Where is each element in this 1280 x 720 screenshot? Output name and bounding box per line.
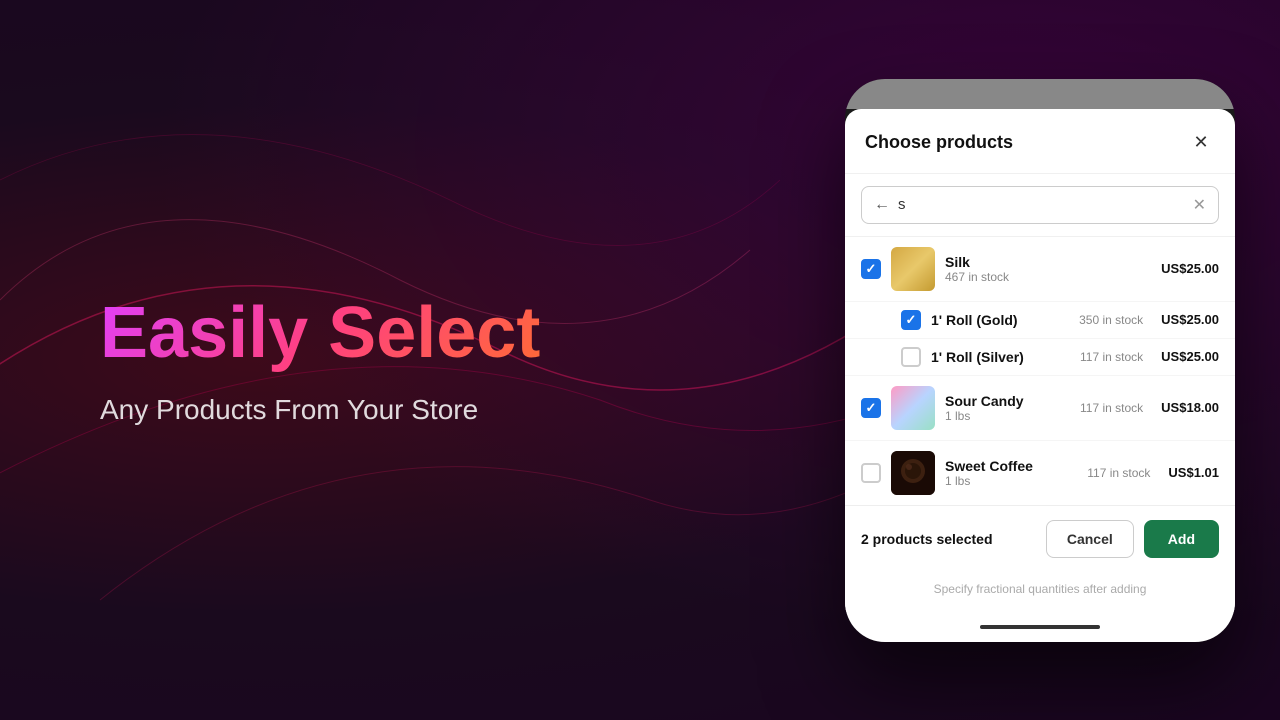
search-input-wrapper: ← ✕: [861, 186, 1219, 224]
search-input[interactable]: [898, 196, 1185, 213]
dialog-footer: 2 products selected Cancel Add: [845, 505, 1235, 572]
silk-silver-checkbox[interactable]: [901, 347, 921, 367]
silk-gold-stock: 350 in stock: [1079, 313, 1143, 327]
product-item-sweet-coffee: Sweet Coffee 1 lbs 117 in stock US$1.01: [845, 441, 1235, 505]
sweet-coffee-info: Sweet Coffee 1 lbs: [945, 458, 1077, 488]
phone-frame: Choose products ✕ ← ✕ Silk: [845, 79, 1235, 642]
sour-candy-thumbnail: [891, 386, 935, 430]
silk-silver-info: 1' Roll (Silver): [931, 349, 1070, 365]
close-dialog-button[interactable]: ✕: [1187, 129, 1215, 157]
sweet-coffee-checkbox[interactable]: [861, 463, 881, 483]
sour-candy-info: Sour Candy 1 lbs: [945, 393, 1070, 423]
search-back-icon[interactable]: ←: [874, 196, 890, 214]
silk-checkbox[interactable]: [861, 259, 881, 279]
silk-gold-name: 1' Roll (Gold): [931, 312, 1069, 328]
sweet-coffee-sub: 1 lbs: [945, 474, 1077, 488]
dialog-title: Choose products: [865, 132, 1013, 153]
sweet-coffee-stock: 117 in stock: [1087, 466, 1150, 480]
cancel-button[interactable]: Cancel: [1046, 520, 1134, 558]
silk-variant-gold: 1' Roll (Gold) 350 in stock US$25.00: [845, 302, 1235, 339]
search-clear-icon[interactable]: ✕: [1193, 195, 1206, 215]
silk-stock: 467 in stock: [945, 270, 1151, 284]
sub-heading: Any Products From Your Store: [100, 394, 478, 426]
silk-info: Silk 467 in stock: [945, 254, 1151, 284]
left-section: Easily Select Any Products From Your Sto…: [0, 0, 760, 720]
silk-gold-checkbox[interactable]: [901, 310, 921, 330]
phone-container: Choose products ✕ ← ✕ Silk: [830, 0, 1250, 720]
silk-silver-stock: 117 in stock: [1080, 350, 1143, 364]
silk-gold-info: 1' Roll (Gold): [931, 312, 1069, 328]
main-heading: Easily Select: [100, 294, 540, 373]
silk-silver-name: 1' Roll (Silver): [931, 349, 1070, 365]
silk-variant-silver: 1' Roll (Silver) 117 in stock US$25.00: [845, 339, 1235, 376]
selected-count: 2 products selected: [861, 531, 993, 547]
dialog-header: Choose products ✕: [845, 109, 1235, 174]
product-item-sour-candy: Sour Candy 1 lbs 117 in stock US$18.00: [845, 376, 1235, 441]
spec-note: Specify fractional quantities after addi…: [845, 572, 1235, 612]
phone-top-bar: [845, 79, 1235, 109]
sweet-coffee-thumbnail: [891, 451, 935, 495]
product-list: Silk 467 in stock US$25.00 1' Roll (Gold…: [845, 237, 1235, 505]
silk-name: Silk: [945, 254, 1151, 270]
silk-thumbnail: [891, 247, 935, 291]
sour-candy-price: US$18.00: [1161, 400, 1219, 415]
choose-products-dialog: Choose products ✕ ← ✕ Silk: [845, 109, 1235, 612]
sour-candy-stock: 117 in stock: [1080, 401, 1143, 415]
home-indicator: [980, 625, 1100, 629]
sweet-coffee-name: Sweet Coffee: [945, 458, 1077, 474]
add-button[interactable]: Add: [1144, 520, 1219, 558]
phone-bottom: [845, 612, 1235, 642]
search-bar: ← ✕: [845, 174, 1235, 237]
sour-candy-checkbox[interactable]: [861, 398, 881, 418]
product-item-silk: Silk 467 in stock US$25.00: [845, 237, 1235, 302]
silk-gold-price: US$25.00: [1161, 312, 1219, 327]
sour-candy-name: Sour Candy: [945, 393, 1070, 409]
silk-price: US$25.00: [1161, 261, 1219, 276]
footer-buttons: Cancel Add: [1046, 520, 1219, 558]
sour-candy-sub: 1 lbs: [945, 409, 1070, 423]
sweet-coffee-price: US$1.01: [1168, 465, 1219, 480]
silk-silver-price: US$25.00: [1161, 349, 1219, 364]
